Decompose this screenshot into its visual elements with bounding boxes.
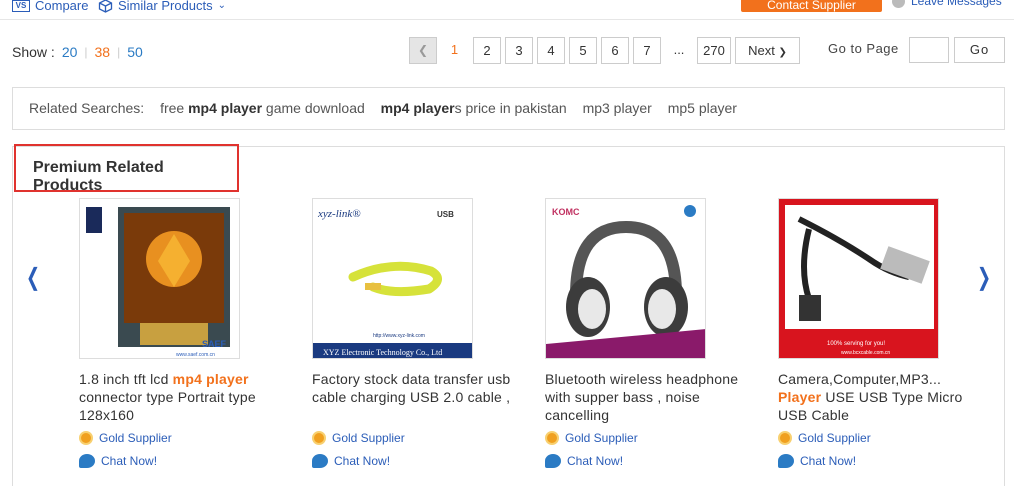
gold-supplier-badge[interactable]: Gold Supplier	[79, 431, 279, 445]
chat-now-link[interactable]: Chat Now!	[545, 454, 745, 468]
gold-supplier-badge[interactable]: Gold Supplier	[312, 431, 512, 445]
leave-messages-label: Leave Messages	[911, 0, 1002, 8]
leave-messages-link[interactable]: Leave Messages	[892, 0, 1002, 8]
chat-now-label: Chat Now!	[567, 454, 624, 468]
gold-medal-icon	[778, 431, 792, 445]
related-search-link[interactable]: mp3 player	[583, 100, 652, 116]
product-title[interactable]: Camera,Computer,MP3... Player USE USB Ty…	[778, 370, 978, 424]
contact-supplier-button[interactable]: Contact Supplier	[741, 0, 882, 12]
similar-products-label: Similar Products	[118, 0, 213, 13]
gold-supplier-label: Gold Supplier	[332, 431, 405, 445]
product-image-usb-cable[interactable]: xyz-link® USB http://www.xyz-link.com XY…	[312, 198, 473, 359]
product-image-lcd[interactable]: SAEF www.saef.com.cn	[79, 198, 240, 359]
product-image-headphone[interactable]: KOMC	[545, 198, 706, 359]
next-label: Next	[748, 43, 775, 58]
product-title[interactable]: Bluetooth wireless headphone with supper…	[545, 370, 745, 424]
gold-supplier-label: Gold Supplier	[99, 431, 172, 445]
chat-now-label: Chat Now!	[101, 454, 158, 468]
show-option-38[interactable]: 38	[95, 44, 111, 60]
compare-link[interactable]: VS Compare	[12, 0, 88, 13]
usb-tag-text: USB	[437, 210, 454, 219]
show-per-page: Show : 20 | 38 | 50	[12, 44, 143, 60]
page-1[interactable]: 1	[441, 37, 468, 64]
usb-url-text: http://www.xyz-link.com	[373, 333, 425, 339]
goto-page-input[interactable]	[909, 37, 949, 63]
separator: |	[117, 45, 121, 59]
go-button[interactable]: Go	[954, 37, 1005, 63]
page-7[interactable]: 7	[633, 37, 661, 64]
message-icon	[892, 0, 905, 8]
prev-page-button[interactable]: ❮	[409, 37, 437, 64]
compare-label: Compare	[35, 0, 89, 13]
product-card[interactable]: KOMC Bluetooth wireless headphone with s…	[545, 198, 745, 468]
premium-products-title: Premium Related Products	[14, 144, 239, 194]
similar-products-link[interactable]: Similar Products ⌄	[98, 0, 226, 13]
chevron-down-icon: ⌄	[217, 0, 227, 11]
lcd-url-text: www.saef.com.cn	[176, 352, 215, 358]
gold-supplier-badge[interactable]: Gold Supplier	[545, 431, 745, 445]
chat-now-label: Chat Now!	[334, 454, 391, 468]
lcd-brand-text: SAEF	[202, 339, 227, 349]
related-search-link[interactable]: free mp4 player game download	[160, 100, 365, 116]
page-5[interactable]: 5	[569, 37, 597, 64]
chat-icon	[778, 454, 794, 468]
page-3[interactable]: 3	[505, 37, 533, 64]
chat-now-link[interactable]: Chat Now!	[312, 454, 512, 468]
gold-medal-icon	[312, 431, 326, 445]
page-2[interactable]: 2	[473, 37, 501, 64]
related-searches: Related Searches: free mp4 player game d…	[12, 87, 1005, 130]
chat-now-label: Chat Now!	[800, 454, 857, 468]
top-toolbar: VS Compare Similar Products ⌄ Contact Su…	[0, 0, 1014, 20]
compare-icon: VS	[12, 0, 30, 12]
show-label: Show :	[12, 44, 55, 60]
chevron-right-icon: ❯	[778, 47, 787, 58]
pagination-ellipsis: ...	[673, 42, 685, 57]
premium-products-panel: Premium Related Products ❮ ❯ SAEF www.sa…	[12, 144, 1005, 486]
cable-slogan-text: 100% serving for you!	[827, 341, 885, 347]
show-option-20[interactable]: 20	[62, 44, 78, 60]
separator: |	[84, 45, 88, 59]
chat-now-link[interactable]: Chat Now!	[778, 454, 978, 468]
usb-brand-text: xyz-link®	[317, 208, 361, 220]
goto-page-label: Go to Page	[828, 41, 899, 56]
carousel-prev-arrow[interactable]: ❮	[26, 263, 40, 292]
cable-url-text: www.bcxcable.com.cn	[841, 350, 890, 356]
chat-icon	[545, 454, 561, 468]
next-page-button[interactable]: Next ❯	[735, 37, 800, 64]
product-title[interactable]: 1.8 inch tft lcd mp4 player connector ty…	[79, 370, 279, 424]
product-image-micro-usb[interactable]: 100% serving for you! www.bcxcable.com.c…	[778, 198, 939, 359]
page-last[interactable]: 270	[697, 37, 731, 64]
head-brand-text: KOMC	[552, 207, 580, 217]
product-card[interactable]: SAEF www.saef.com.cn 1.8 inch tft lcd mp…	[79, 198, 279, 468]
page-4[interactable]: 4	[537, 37, 565, 64]
chat-icon	[79, 454, 95, 468]
gold-medal-icon	[79, 431, 93, 445]
related-searches-label: Related Searches:	[29, 100, 145, 116]
chat-now-link[interactable]: Chat Now!	[79, 454, 279, 468]
product-card[interactable]: 100% serving for you! www.bcxcable.com.c…	[778, 198, 978, 468]
gold-supplier-label: Gold Supplier	[798, 431, 871, 445]
product-title[interactable]: Factory stock data transfer usb cable ch…	[312, 370, 512, 424]
page-6[interactable]: 6	[601, 37, 629, 64]
chevron-left-icon: ❮	[417, 43, 429, 57]
gold-medal-icon	[545, 431, 559, 445]
gold-supplier-label: Gold Supplier	[565, 431, 638, 445]
gold-supplier-badge[interactable]: Gold Supplier	[778, 431, 978, 445]
usb-company-text: XYZ Electronic Technology Co., Ltd	[323, 348, 442, 357]
chat-icon	[312, 454, 328, 468]
show-option-50[interactable]: 50	[127, 44, 143, 60]
related-search-link[interactable]: mp4 players price in pakistan	[381, 100, 567, 116]
related-search-link[interactable]: mp5 player	[668, 100, 737, 116]
product-card[interactable]: xyz-link® USB http://www.xyz-link.com XY…	[312, 198, 512, 468]
cube-icon	[98, 0, 113, 13]
carousel-next-arrow[interactable]: ❯	[977, 263, 991, 292]
